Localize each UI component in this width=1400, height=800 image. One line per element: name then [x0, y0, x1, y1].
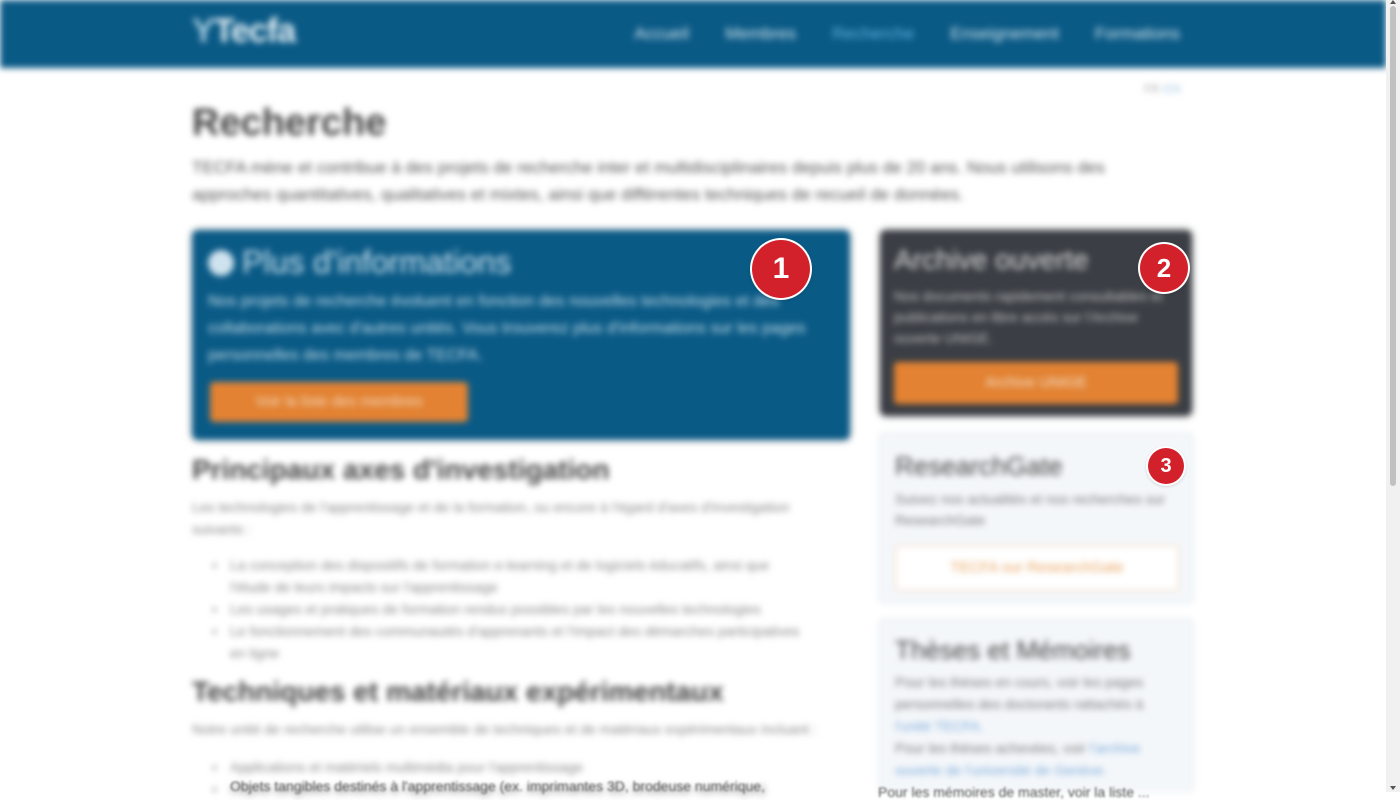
theses-text: Pour les thèses en cours, voir les pages… — [895, 674, 1144, 778]
nav-item-recherche[interactable]: Recherche — [832, 24, 914, 44]
top-navbar: YTecfa Accueil Membres Recherche Enseign… — [0, 0, 1386, 68]
researchgate-button[interactable]: TECFA sur ResearchGate — [895, 545, 1179, 591]
list-item: Applications et matériels multimédia pou… — [212, 756, 810, 778]
members-list-button[interactable]: Voir la liste des membres — [210, 382, 468, 422]
researchgate-title: ResearchGate — [895, 451, 1063, 481]
researchgate-panel: ResearchGate Suivez nos actualités et no… — [878, 432, 1194, 604]
open-archive-text: Nos documents rapidement consultables et… — [894, 288, 1163, 346]
open-archive-title: Archive ouverte — [894, 244, 1089, 275]
more-info-panel: Plus d'informations Nos projets de reche… — [192, 230, 850, 440]
tecfa-logo[interactable]: YTecfa — [192, 12, 296, 51]
nav-item-membres[interactable]: Membres — [725, 24, 796, 44]
investigation-list: La conception des dispositifs de formati… — [212, 554, 810, 664]
lang-alt[interactable]: EN — [1164, 82, 1181, 96]
list-item: Les usages et pratiques de formation ren… — [212, 598, 810, 620]
nav-item-accueil[interactable]: Accueil — [634, 24, 689, 44]
scroll-down-arrow-icon[interactable] — [1390, 786, 1396, 790]
lang-current[interactable]: FR — [1144, 82, 1160, 96]
marker-3: 3 — [1148, 448, 1184, 484]
more-info-title: Plus d'informations — [208, 244, 511, 281]
section-investigation-text: Les technologies de l'apprentissage et d… — [192, 499, 790, 537]
marker-1: 1 — [752, 240, 810, 298]
nav-item-enseignement[interactable]: Enseignement — [950, 24, 1059, 44]
bottom-right-text: Pour les mémoires de master, voir la lis… — [878, 784, 1150, 800]
page-intro: TECFA mène et contribue à des projets de… — [192, 158, 1105, 204]
marker-2: 2 — [1140, 244, 1188, 292]
scrollbar-thumb[interactable] — [1390, 6, 1396, 486]
theses-title: Thèses et Mémoires — [895, 635, 1131, 665]
section-techniques-title: Techniques et matériaux expérimentaux — [192, 676, 724, 707]
nav-item-formations[interactable]: Formations — [1095, 24, 1180, 44]
theses-unit-link[interactable]: l'unité TECFA. — [895, 718, 984, 734]
more-info-text: Nos projets de recherche évoluent en fon… — [208, 293, 806, 364]
section-investigation-title: Principaux axes d'investigation — [192, 454, 610, 485]
open-archive-button[interactable]: Archive UNIGE — [894, 362, 1178, 404]
language-switch: FR EN — [1144, 82, 1181, 96]
scroll-up-arrow-icon[interactable] — [1390, 0, 1396, 4]
main-nav: Accueil Membres Recherche Enseignement F… — [634, 24, 1180, 44]
page-scrollbar[interactable] — [1386, 0, 1400, 792]
list-item: La conception des dispositifs de formati… — [212, 554, 810, 598]
researchgate-text: Suivez nos actualités et nos recherches … — [895, 491, 1166, 528]
list-item: Le fonctionnement des communautés d'appr… — [212, 620, 810, 664]
page-title: Recherche — [192, 102, 387, 144]
section-techniques-text: Notre unité de recherche utilise un ense… — [192, 721, 817, 737]
theses-panel: Thèses et Mémoires Pour les thèses en co… — [878, 618, 1194, 793]
info-circle-icon — [208, 250, 234, 276]
